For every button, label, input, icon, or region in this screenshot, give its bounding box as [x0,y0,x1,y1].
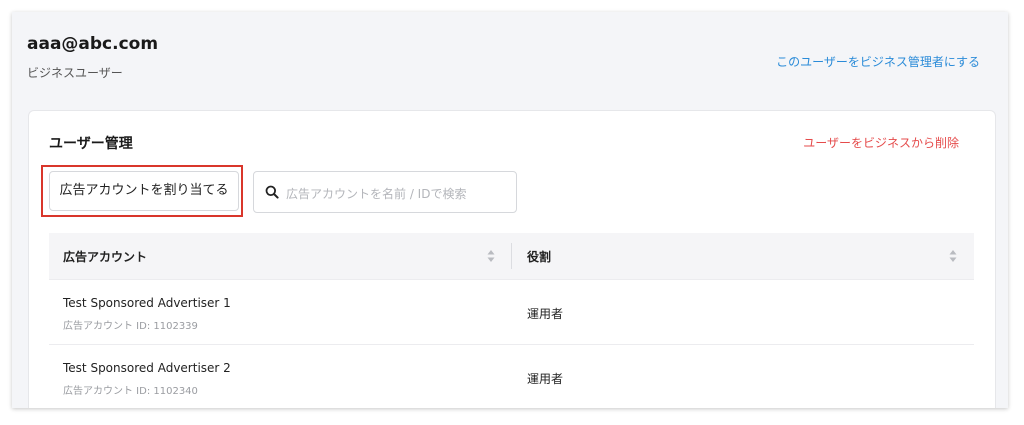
user-type-label: ビジネスユーザー [27,66,123,80]
table-header: 広告アカウント 役割 [49,233,974,280]
search-placeholder: 広告アカウントを名前 / IDで検索 [286,187,467,201]
user-management-card: ユーザー管理 ユーザーをビジネスから削除 広告アカウントを割り当てる 広告アカウ… [28,110,996,408]
search-icon [265,185,279,199]
column-divider [511,243,512,269]
column-header-ad-account: 広告アカウント [63,250,148,264]
user-email: aaa@abc.com [27,34,159,54]
column-header-role: 役割 [527,250,552,264]
table-row[interactable]: Test Sponsored Advertiser 1 広告アカウント ID: … [49,280,974,345]
sort-icon[interactable] [487,249,495,263]
ad-account-name: Test Sponsored Advertiser 2 [63,361,231,375]
ad-account-id: 広告アカウント ID: 1102339 [63,321,198,332]
sort-icon[interactable] [949,249,957,263]
ad-account-id: 広告アカウント ID: 1102340 [63,386,198,397]
account-role: 運用者 [527,307,564,321]
account-role: 運用者 [527,372,564,386]
ad-account-search-input[interactable]: 広告アカウントを名前 / IDで検索 [253,171,517,213]
make-admin-link[interactable]: このユーザーをビジネス管理者にする [776,53,980,70]
ad-account-table: 広告アカウント 役割 Test Sponsored Advertiser 1 広… [49,233,974,408]
user-detail-panel: aaa@abc.com ビジネスユーザー このユーザーをビジネス管理者にする ユ… [12,12,1008,408]
table-row[interactable]: Test Sponsored Advertiser 2 広告アカウント ID: … [49,345,974,408]
remove-user-link[interactable]: ユーザーをビジネスから削除 [803,134,959,151]
assign-ad-account-button[interactable]: 広告アカウントを割り当てる [49,171,239,211]
card-title: ユーザー管理 [49,136,133,152]
ad-account-name: Test Sponsored Advertiser 1 [63,296,231,310]
